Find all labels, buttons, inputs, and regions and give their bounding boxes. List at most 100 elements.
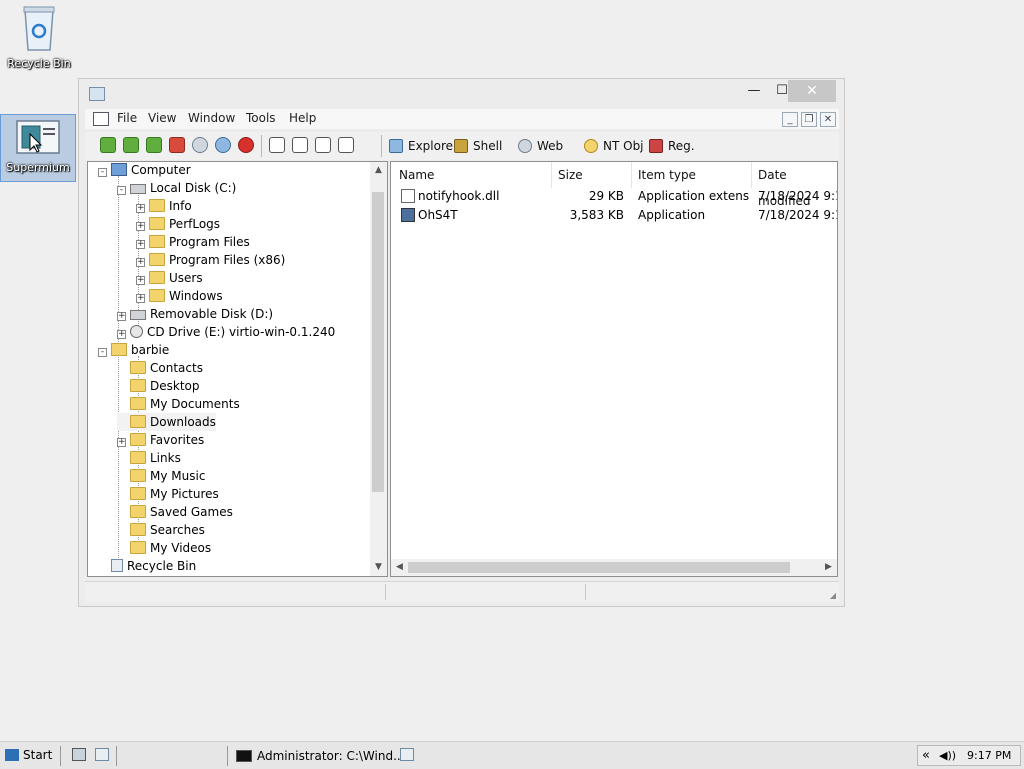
child-restore-button[interactable]: ❐: [801, 112, 817, 127]
tree-item-label: My Videos: [150, 541, 212, 555]
scroll-down-icon[interactable]: ▼: [370, 559, 387, 576]
refresh-icon[interactable]: [215, 137, 231, 153]
clock[interactable]: 9:17 PM: [967, 748, 1011, 764]
collapse-icon[interactable]: -: [98, 168, 107, 177]
list-horizontal-scrollbar[interactable]: ◀ ▶: [391, 559, 837, 576]
tree-item[interactable]: + Removable Disk (D:): [117, 305, 273, 323]
tree-item[interactable]: Links: [117, 449, 181, 467]
back-icon[interactable]: [100, 137, 116, 153]
tree-item[interactable]: My Music: [117, 467, 205, 485]
tree-item[interactable]: My Pictures: [117, 485, 219, 503]
expand-icon[interactable]: +: [117, 438, 126, 447]
scroll-left-icon[interactable]: ◀: [391, 559, 408, 576]
scrollbar-thumb[interactable]: [372, 192, 384, 492]
show-desktop-icon[interactable]: [72, 748, 86, 761]
view-details-icon[interactable]: [338, 137, 354, 153]
expand-icon[interactable]: +: [136, 240, 145, 249]
tree-item[interactable]: + CD Drive (E:) virtio-win-0.1.240: [117, 323, 335, 341]
child-close-button[interactable]: ✕: [820, 112, 836, 127]
size-grip-icon[interactable]: ◢: [830, 591, 836, 600]
web-button[interactable]: Web: [518, 137, 563, 155]
view-large-icon[interactable]: [269, 137, 285, 153]
window-close-button[interactable]: ✕: [788, 80, 836, 102]
nt-obj-button[interactable]: NT Obj: [584, 137, 644, 155]
menu-view[interactable]: View: [148, 111, 176, 125]
tree-item[interactable]: - Computer: [98, 162, 191, 179]
tree-item[interactable]: My Documents: [117, 395, 240, 413]
file-list[interactable]: Name Size Item type Date modified notify…: [390, 161, 838, 577]
view-list-icon[interactable]: [315, 137, 331, 153]
tree-item[interactable]: + Users: [136, 269, 203, 287]
desktop-icon-recycle-bin[interactable]: Recycle Bin: [2, 4, 76, 70]
expand-icon[interactable]: +: [136, 294, 145, 303]
tree-item[interactable]: + Program Files (x86): [136, 251, 285, 269]
scroll-right-icon[interactable]: ▶: [820, 559, 837, 576]
column-header-name[interactable]: Name: [399, 162, 434, 188]
column-header-item-type[interactable]: Item type: [638, 162, 696, 188]
stop-icon[interactable]: [238, 137, 254, 153]
tree-item[interactable]: + Windows: [136, 287, 223, 305]
table-row[interactable]: notifyhook.dll 29 KB Application extens.…: [391, 187, 837, 206]
column-header-date-modified[interactable]: Date modified: [758, 162, 837, 208]
speaker-icon[interactable]: ◀)): [939, 750, 956, 762]
tree-item[interactable]: + Program Files: [136, 233, 250, 251]
tree-item[interactable]: - Local Disk (C:): [117, 179, 236, 197]
tree-item[interactable]: Downloads: [117, 413, 216, 431]
up-icon[interactable]: [146, 137, 162, 153]
expand-icon[interactable]: +: [117, 312, 126, 321]
explorer-quicklaunch-icon[interactable]: [95, 748, 109, 761]
table-row[interactable]: OhS4T 3,583 KB Application 7/18/2024 9:1…: [391, 206, 837, 225]
tray-expand-icon[interactable]: «: [922, 747, 930, 765]
start-button[interactable]: Start: [5, 746, 52, 765]
child-minimize-button[interactable]: _: [782, 112, 798, 127]
folder-icon: [130, 469, 146, 482]
tree-item[interactable]: Saved Games: [117, 503, 233, 521]
menu-tools[interactable]: Tools: [246, 111, 276, 125]
title-bar[interactable]: — ☐ ✕: [79, 79, 844, 109]
tree-item[interactable]: Contacts: [117, 359, 203, 377]
taskbar-item-cmd[interactable]: Administrator: C:\Wind...: [236, 746, 405, 766]
tree-item[interactable]: + Favorites: [117, 431, 204, 449]
search-icon[interactable]: [192, 137, 208, 153]
expand-icon[interactable]: +: [117, 330, 126, 339]
scroll-up-icon[interactable]: ▲: [370, 162, 387, 179]
view-small-icon[interactable]: [292, 137, 308, 153]
tree-vertical-scrollbar[interactable]: ▲ ▼: [370, 162, 387, 576]
shell-icon: [454, 139, 468, 153]
tree-item[interactable]: - barbie: [98, 341, 169, 359]
forward-icon[interactable]: [123, 137, 139, 153]
expand-icon[interactable]: +: [136, 276, 145, 285]
collapse-icon[interactable]: -: [98, 348, 107, 357]
tree-item[interactable]: My Videos: [117, 539, 211, 557]
folder-icon: [130, 451, 146, 464]
menu-window[interactable]: Window: [188, 111, 235, 125]
folder-tree[interactable]: - Computer - Local Disk (C:) + Info + PerfLogs +…: [87, 161, 388, 577]
tree-item[interactable]: Recycle Bin: [98, 557, 196, 575]
scrollbar-thumb[interactable]: [408, 562, 790, 573]
tree-item[interactable]: Searches: [117, 521, 205, 539]
tree-item[interactable]: + Info: [136, 197, 192, 215]
shell-button[interactable]: Shell: [454, 137, 502, 155]
tree-item[interactable]: Desktop: [117, 377, 200, 395]
home-icon[interactable]: [169, 137, 185, 153]
expand-icon[interactable]: +: [136, 258, 145, 267]
column-header-size[interactable]: Size: [558, 162, 583, 188]
column-divider: [631, 162, 632, 188]
desktop-icon-supermium[interactable]: Supermium: [0, 114, 76, 182]
taskbar-item-explorer[interactable]: [400, 748, 414, 761]
explore-icon: [389, 139, 403, 153]
window-minimize-button[interactable]: —: [739, 80, 769, 102]
document-icon[interactable]: [93, 112, 109, 126]
taskbar-item-label: Administrator: C:\Wind...: [257, 749, 405, 763]
expand-icon[interactable]: +: [136, 204, 145, 213]
tree-item[interactable]: + PerfLogs: [136, 215, 220, 233]
menu-help[interactable]: Help: [289, 111, 316, 125]
registry-button[interactable]: Reg.: [649, 137, 695, 155]
explore-button[interactable]: Explore: [389, 137, 453, 155]
hard-disk-icon: [130, 184, 146, 194]
expand-icon[interactable]: +: [136, 222, 145, 231]
menu-file[interactable]: File: [117, 111, 137, 125]
collapse-icon[interactable]: -: [117, 186, 126, 195]
tree-item-label: Favorites: [150, 433, 205, 447]
